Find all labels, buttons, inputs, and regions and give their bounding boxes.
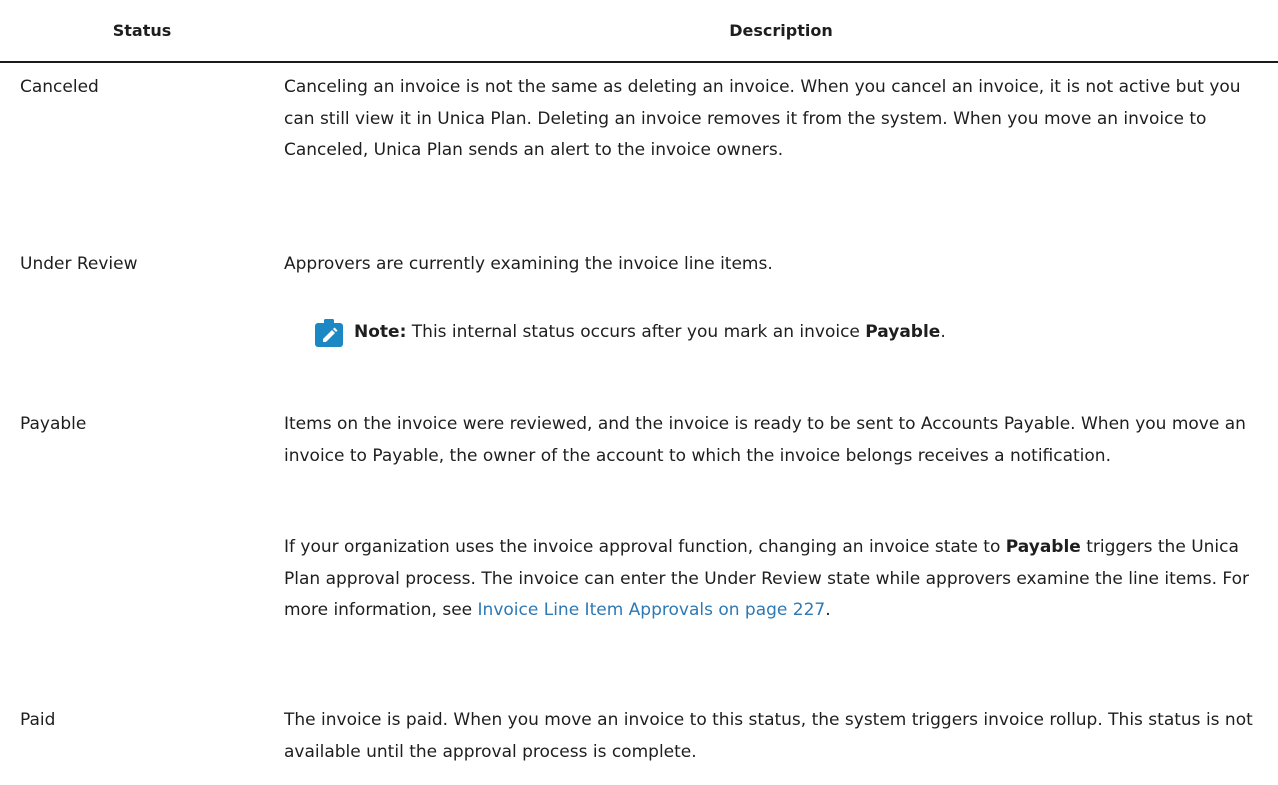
description-payable: Items on the invoice were reviewed, and …: [284, 414, 1246, 466]
approvals-link[interactable]: Invoice Line Item Approvals on page 227: [478, 600, 826, 620]
status-paid: Paid: [20, 710, 56, 730]
para2-before: If your organization uses the invoice ap…: [284, 537, 1001, 557]
description-canceled: Canceling an invoice is not the same as …: [284, 77, 1241, 160]
para2-end: .: [825, 600, 831, 620]
note-end: .: [940, 322, 946, 342]
header-status: Status: [112, 21, 172, 40]
para2-emphasis: Payable: [1005, 537, 1081, 557]
note-emphasis: Payable: [865, 322, 941, 342]
note-label: Note:: [354, 322, 407, 342]
invoice-status-table: Status Description Canceled Canceling an…: [0, 0, 1278, 762]
status-canceled: Canceled: [20, 77, 99, 97]
note-text: Note: This internal status occurs after …: [354, 317, 946, 349]
table-header: Status Description: [0, 0, 1278, 63]
pencil-note-icon: [315, 319, 343, 347]
description-paid: The invoice is paid. When you move an in…: [284, 710, 1253, 762]
description-payable-approval: If your organization uses the invoice ap…: [284, 532, 1274, 627]
header-description: Description: [729, 21, 833, 40]
status-under-review: Under Review: [20, 254, 138, 274]
note-body: This internal status occurs after you ma…: [411, 322, 860, 342]
status-payable: Payable: [20, 414, 87, 434]
description-under-review: Approvers are currently examining the in…: [284, 254, 773, 274]
